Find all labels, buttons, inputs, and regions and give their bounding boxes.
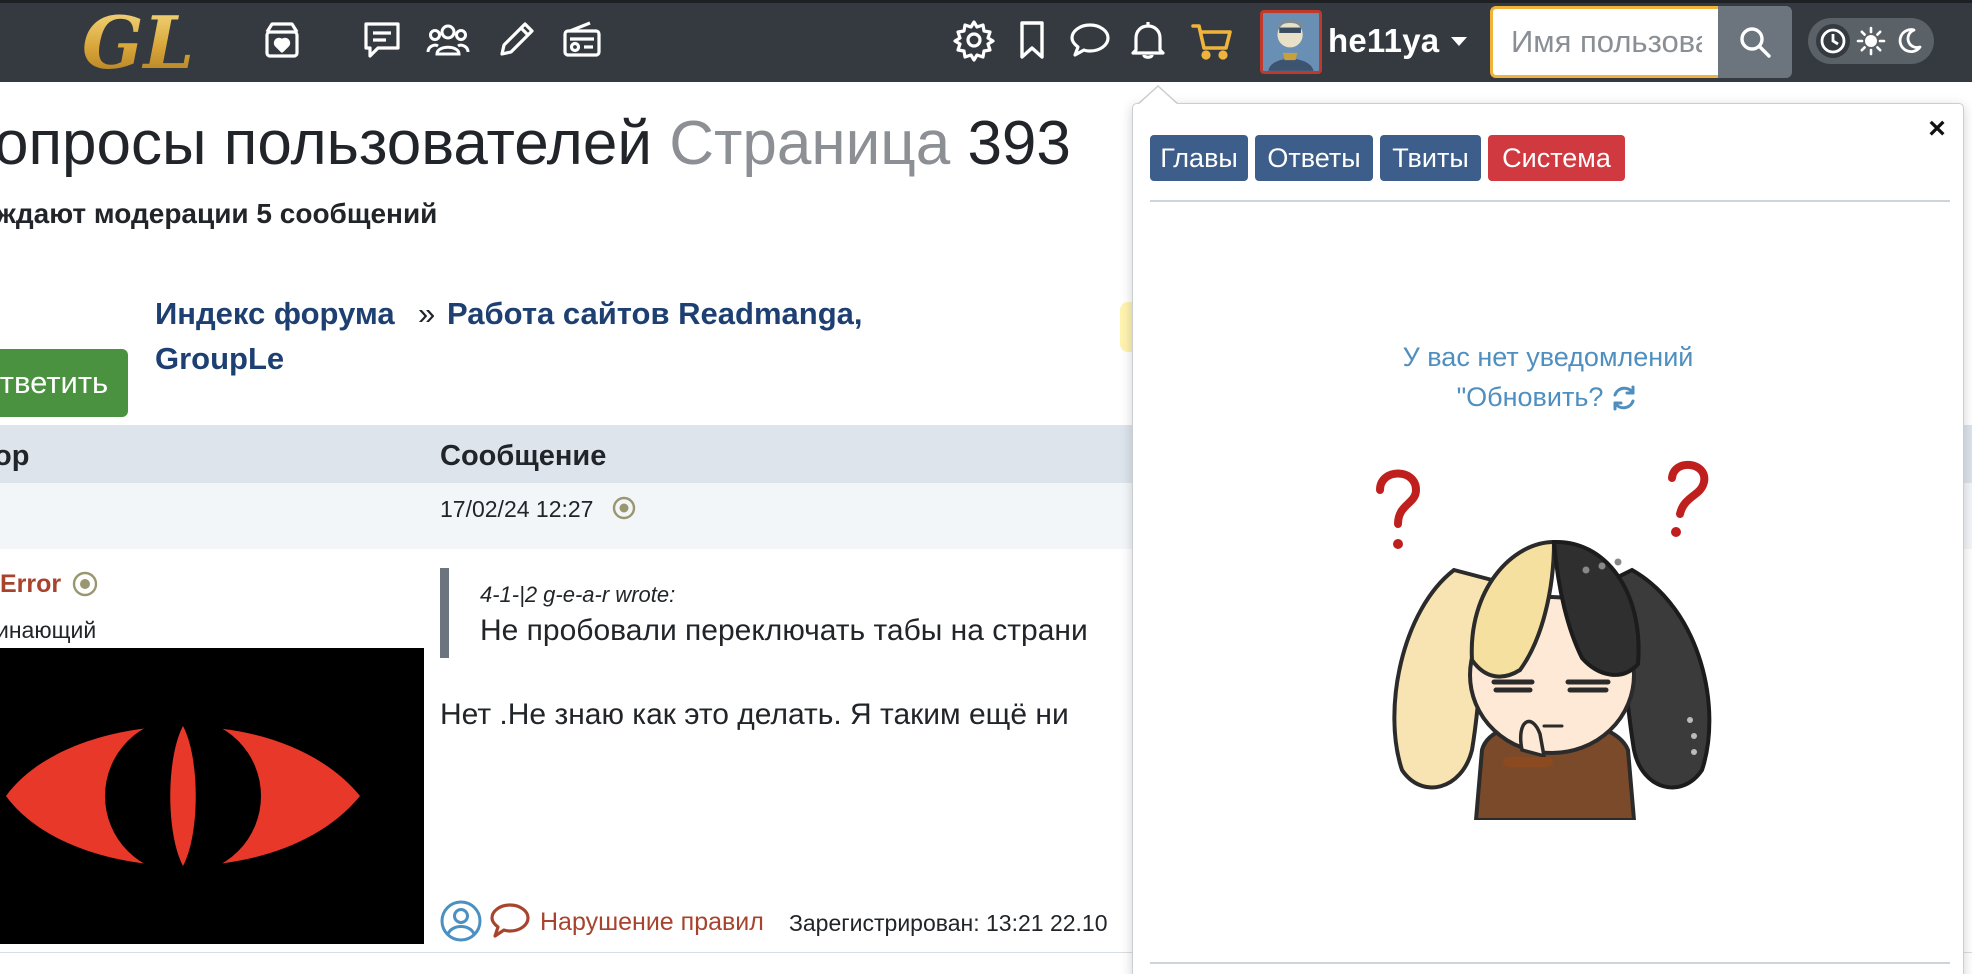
empty-notifications-text: У вас нет уведомлений	[1402, 342, 1694, 372]
cart-icon[interactable]	[1186, 14, 1238, 66]
breadcrumb-forum-index[interactable]: Индекс форума	[155, 296, 395, 332]
column-author: ор	[0, 440, 30, 472]
registered-date: Зарегистрирован: 13:21 22.10	[789, 910, 1108, 936]
chat-lines-icon[interactable]	[356, 14, 408, 66]
refresh-icon[interactable]	[1609, 383, 1639, 413]
page-title: опросы пользователей Страница 393	[0, 108, 1071, 179]
theme-toggle[interactable]	[1808, 18, 1934, 64]
pencil-icon[interactable]	[490, 14, 542, 66]
radio-icon[interactable]	[556, 14, 608, 66]
reply-button[interactable]: тветить	[0, 349, 128, 417]
post-author-avatar	[0, 648, 424, 944]
online-dot-icon	[72, 571, 98, 597]
reply-button-label: тветить	[0, 365, 109, 400]
gear-icon[interactable]	[948, 14, 1000, 66]
breadcrumb-forum-line1[interactable]: Работа сайтов Readmanga,	[447, 296, 863, 332]
page-root: GL he11ya Имя пользователя опросы пользо…	[0, 0, 1972, 974]
post-date: 17/02/24 12:27	[440, 496, 594, 522]
user-caret-icon[interactable]	[1448, 30, 1470, 52]
breadcrumb-forum-line2[interactable]: GroupLe	[155, 341, 284, 377]
tab-tweets[interactable]: Твиты	[1380, 135, 1481, 181]
search-icon	[1740, 27, 1771, 58]
moon-icon[interactable]	[1892, 24, 1926, 58]
breadcrumb-separator: »	[418, 296, 436, 331]
post-link-icon[interactable]	[612, 496, 636, 520]
confused-mascot-illustration	[1376, 460, 1712, 820]
sun-icon[interactable]	[1854, 24, 1888, 58]
site-logo[interactable]: GL	[78, 4, 202, 78]
close-icon[interactable]: ×	[1920, 112, 1954, 146]
post-author-rank: инающий	[0, 617, 97, 643]
users-icon[interactable]	[422, 14, 474, 66]
page-title-page-word: Страница	[669, 109, 951, 178]
quote-text: Не пробовали переключать табы на страни	[480, 614, 1088, 647]
popup-bottom-divider	[1150, 962, 1950, 964]
search-button[interactable]	[1718, 6, 1792, 78]
bookmark-icon[interactable]	[1006, 14, 1058, 66]
post-author-name[interactable]: Error	[0, 570, 61, 599]
clock-icon[interactable]	[1816, 24, 1850, 58]
page-title-main: опросы пользователей	[0, 109, 652, 178]
user-search-input[interactable]	[1490, 6, 1720, 78]
tab-system[interactable]: Система	[1488, 135, 1625, 181]
popup-arrow-inner	[1138, 87, 1178, 105]
private-message-icon[interactable]	[488, 900, 532, 942]
tab-replies[interactable]: Ответы	[1255, 135, 1373, 181]
quote-bar	[440, 568, 449, 658]
user-avatar[interactable]	[1260, 10, 1322, 74]
profile-icon[interactable]	[440, 900, 482, 942]
moderation-note: ждают модерации 5 сообщений	[0, 198, 438, 229]
username-label[interactable]: he11ya	[1328, 22, 1439, 60]
refresh-prompt: "Обновить?	[1132, 382, 1964, 413]
refresh-prompt-text: "Обновить?	[1456, 382, 1604, 412]
tab-chapters[interactable]: Главы	[1150, 135, 1248, 181]
gift-box-icon[interactable]	[256, 14, 308, 66]
post-text: Нет .Не знаю как это делать. Я таким ещё…	[440, 698, 1069, 731]
page-title-number: 393	[967, 109, 1071, 178]
bell-icon[interactable]	[1122, 14, 1174, 66]
report-link[interactable]: Нарушение правил	[540, 908, 764, 937]
column-message: Сообщение	[440, 440, 607, 472]
quote-author: 4-1-|2 g-e-a-r wrote:	[480, 582, 676, 607]
speech-bubble-icon[interactable]	[1064, 14, 1116, 66]
site-logo-text: GL	[82, 4, 194, 78]
tabs-divider	[1150, 200, 1950, 202]
